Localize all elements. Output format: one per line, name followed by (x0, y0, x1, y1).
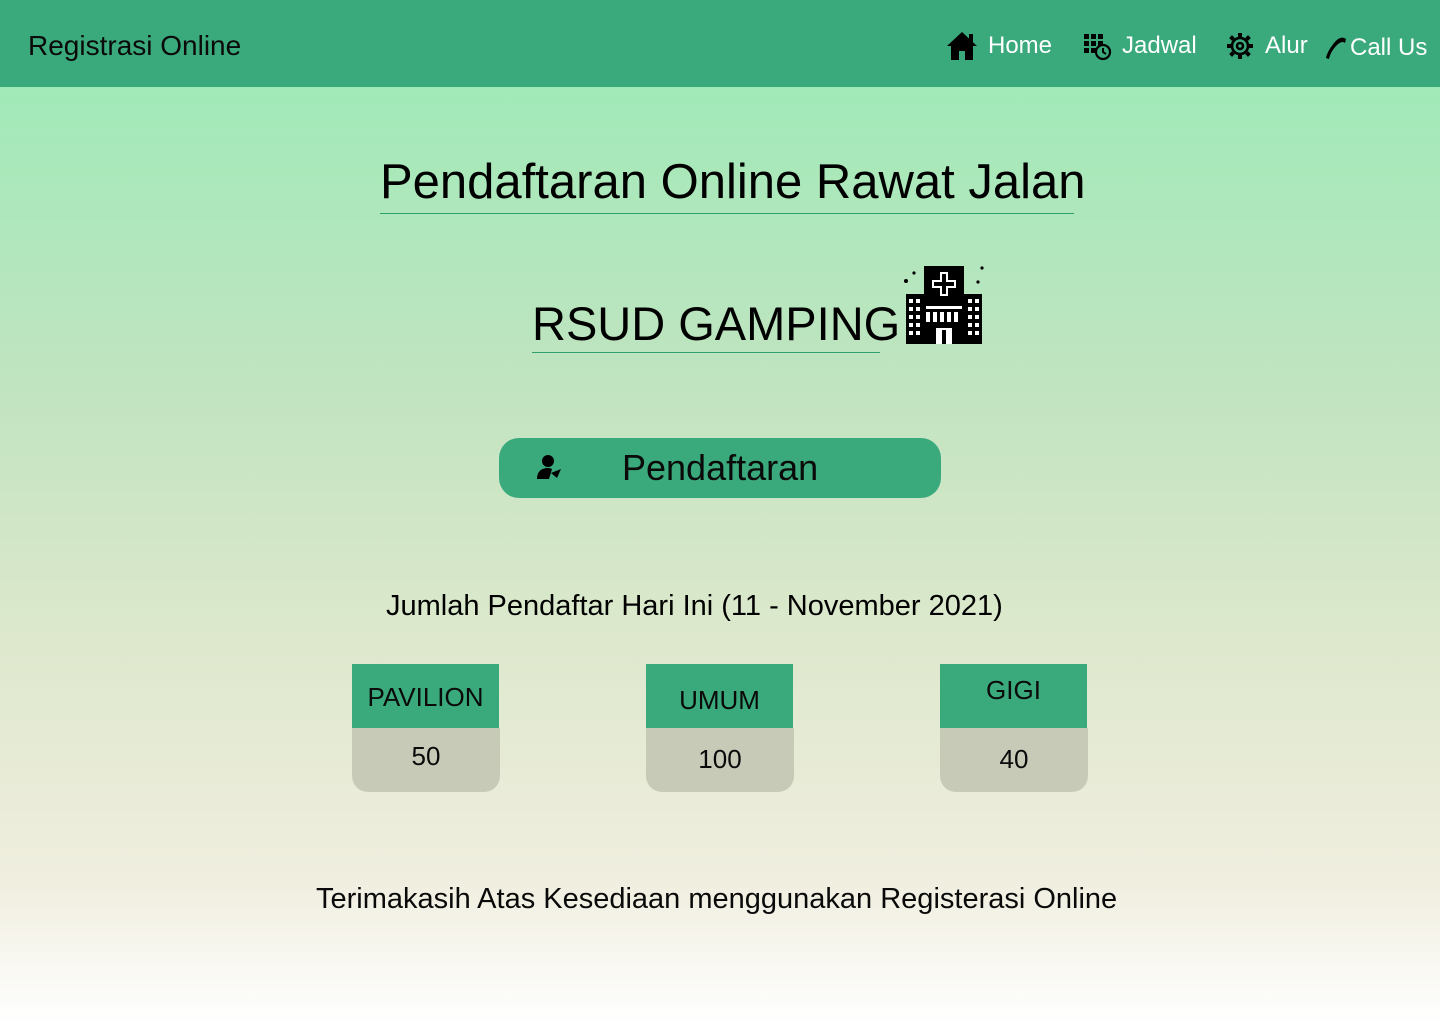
hospital-name: RSUD GAMPING (532, 296, 900, 353)
nav-home[interactable]: Home (946, 26, 1052, 66)
register-button[interactable]: Pendaftaran (499, 438, 941, 498)
stat-value: 40 (940, 728, 1088, 792)
gear-icon (1225, 31, 1255, 61)
stat-label: UMUM (646, 664, 793, 728)
nav-jadwal-label: Jadwal (1122, 32, 1197, 59)
register-button-label: Pendaftaran (622, 447, 819, 488)
user-register-icon (537, 454, 561, 483)
home-icon (946, 31, 978, 61)
registrant-count-heading: Jumlah Pendaftar Hari Ini (11 - November… (386, 590, 1003, 622)
stat-card-umum: UMUM 100 (646, 664, 794, 792)
nav-alur[interactable]: Alur (1225, 26, 1308, 66)
hospital-building-icon (902, 264, 986, 351)
nav-call-us-label: Call Us (1350, 34, 1428, 61)
stat-value: 100 (646, 728, 794, 792)
nav-home-label: Home (988, 32, 1053, 59)
nav-alur-label: Alur (1265, 32, 1308, 59)
nav-jadwal[interactable]: Jadwal (1082, 26, 1197, 66)
nav-call-us[interactable]: Call Us (1322, 28, 1427, 68)
phone-icon (1322, 35, 1348, 61)
brand-title[interactable]: Registrasi Online (28, 28, 241, 64)
stat-card-gigi: GIGI 40 (940, 664, 1088, 792)
page-title: Pendaftaran Online Rawat Jalan (380, 152, 1086, 214)
stat-label: GIGI (940, 664, 1087, 728)
navbar: Registrasi Online Home Jadwal Alur Call … (0, 0, 1440, 87)
stat-label: PAVILION (352, 664, 499, 728)
stat-value: 50 (352, 728, 500, 792)
calendar-clock-icon (1082, 31, 1112, 61)
stat-card-pavilion: PAVILION 50 (352, 664, 500, 792)
footer-thanks-text: Terimakasih Atas Kesediaan menggunakan R… (316, 883, 1118, 915)
